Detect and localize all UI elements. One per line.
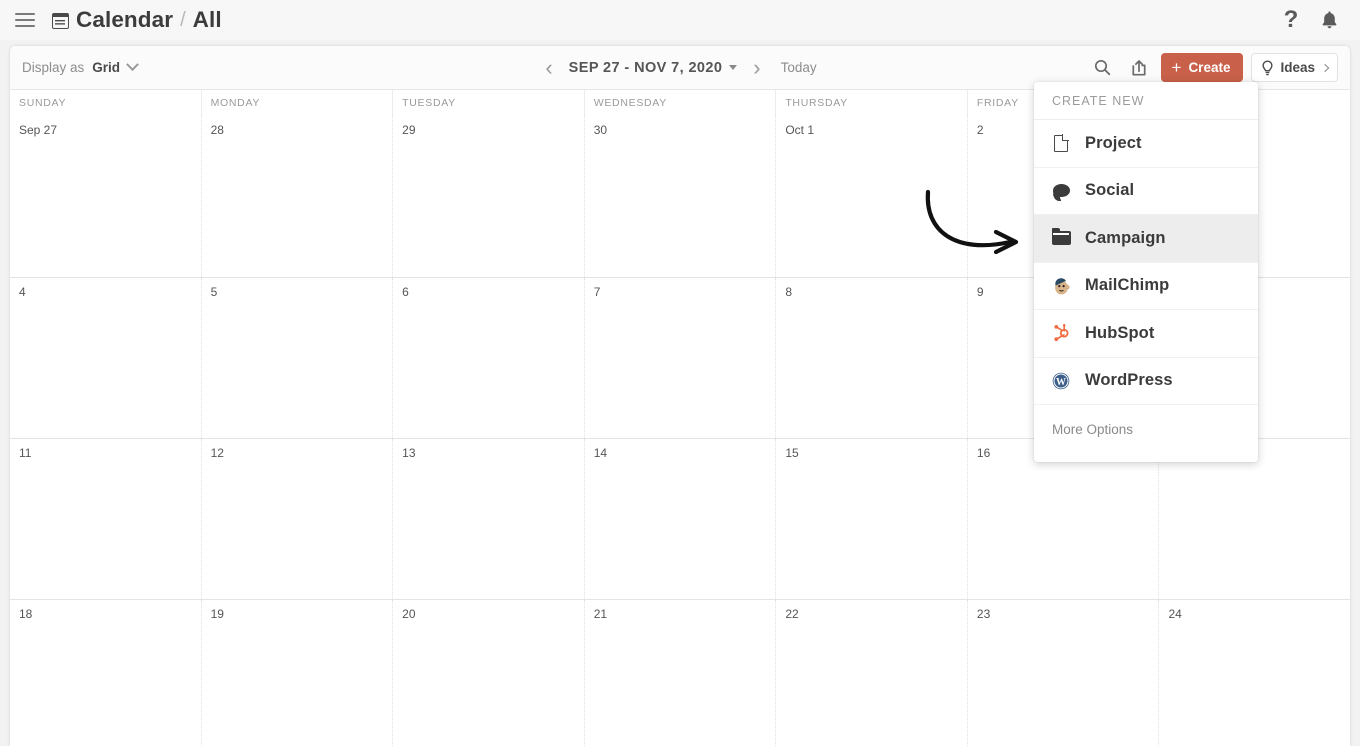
calendar-week-row: 11121314151617 [10,438,1350,599]
calendar-day-cell[interactable]: 4 [10,278,201,438]
create-new-item-wordpress[interactable]: W WordPress [1034,358,1258,405]
hamburger-line [15,13,35,15]
next-period-button[interactable]: › [751,56,762,79]
create-new-item-label: HubSpot [1085,323,1155,342]
more-options-item[interactable]: More Options [1034,405,1258,453]
calendar-day-cell[interactable]: 20 [392,600,584,746]
day-of-week-header: MONDAY [200,90,393,116]
calendar-day-cell[interactable]: 11 [10,439,201,599]
day-of-week-header: SUNDAY [19,97,67,109]
breadcrumb: Calendar / All [52,7,222,33]
date-range-selector[interactable]: SEP 27 - NOV 7, 2020 [569,60,738,76]
hamburger-line [15,25,35,27]
chevron-down-icon [729,65,738,70]
lightbulb-icon [1262,59,1274,75]
calendar-day-cell[interactable]: 8 [775,278,967,438]
search-button[interactable] [1089,54,1117,82]
search-icon [1094,59,1111,76]
hubspot-glyph [1054,324,1069,342]
chevron-down-icon [126,58,139,72]
document-glyph [1054,133,1069,152]
create-button[interactable]: + Create [1160,53,1244,82]
top-bar-actions: ? [1274,3,1346,37]
calendar-day-cell[interactable]: 5 [200,278,393,438]
calendar-day-cell[interactable]: 12 [200,439,393,599]
calendar-day-cell[interactable]: 23 [966,600,1159,746]
day-of-week-header: WEDNESDAY [583,90,776,116]
chevron-right-icon [1320,63,1330,72]
create-new-item-hubspot[interactable]: HubSpot [1034,310,1258,358]
create-new-item-campaign[interactable]: Campaign [1034,215,1258,263]
hamburger-menu-icon[interactable] [8,3,42,37]
calendar-day-cell[interactable]: Sep 27 [10,116,201,277]
calendar-day-cell[interactable]: Oct 1 [775,116,967,277]
ideas-button-label: Ideas [1280,60,1315,75]
previous-period-button[interactable]: ‹ [543,56,554,79]
create-new-item-label: Project [1085,133,1142,152]
chat-bubble-icon [1051,181,1071,201]
create-new-item-label: Social [1085,181,1135,200]
folder-icon [1051,227,1071,248]
ideas-button[interactable]: Ideas [1251,53,1338,82]
wordpress-icon: W [1051,371,1071,391]
breadcrumb-view-name[interactable]: All [193,7,222,33]
calendar-day-cell[interactable]: 14 [583,439,776,599]
create-new-dropdown: CREATE NEW Project Social Campaign MailChim… [1034,82,1258,462]
create-new-item-mailchimp[interactable]: MailChimp [1034,263,1258,310]
calendar-day-cell[interactable]: 22 [775,600,967,746]
calendar-day-cell[interactable]: 6 [392,278,584,438]
document-icon [1051,133,1071,153]
display-as-value: Grid [92,60,121,75]
calendar-day-cell[interactable]: 29 [392,116,584,277]
create-new-title: CREATE NEW [1034,82,1258,120]
today-button[interactable]: Today [781,60,817,75]
date-navigation: ‹ SEP 27 - NOV 7, 2020 › Today [470,56,890,79]
create-new-item-social[interactable]: Social [1034,168,1258,215]
hubspot-icon [1051,323,1071,343]
notifications-button[interactable] [1312,3,1346,37]
wordpress-glyph: W [1052,372,1070,390]
folder-glyph [1051,227,1071,246]
calendar-day-cell[interactable]: 13 [392,439,584,599]
calendar-day-cell[interactable]: 30 [583,116,776,277]
create-new-item-label: MailChimp [1085,276,1170,295]
day-of-week-header: TUESDAY [392,90,584,116]
share-button[interactable] [1125,54,1153,82]
breadcrumb-app-name[interactable]: Calendar [76,7,173,33]
chat-bubble-glyph [1052,184,1070,198]
hamburger-line [15,19,35,21]
day-of-week-header: THURSDAY [775,90,967,116]
share-icon [1131,59,1146,76]
calendar-day-cell[interactable]: 15 [775,439,967,599]
calendar-day-cell[interactable]: 21 [583,600,776,746]
calendar-day-cell[interactable]: 24 [1158,600,1350,746]
display-as-dropdown[interactable]: Display as Grid [22,58,139,75]
calendar-icon [52,13,69,29]
top-bar: Calendar / All ? [0,0,1360,40]
create-new-item-label: WordPress [1085,371,1173,390]
display-as-label: Display as [22,60,85,75]
date-range-label: SEP 27 - NOV 7, 2020 [568,59,723,76]
breadcrumb-separator: / [180,8,186,31]
calendar-day-cell[interactable]: 16 [966,439,1159,599]
calendar-day-cell[interactable]: 18 [10,600,201,746]
mailchimp-glyph [1055,278,1070,295]
calendar-day-cell[interactable]: 7 [583,278,776,438]
create-new-item-project[interactable]: Project [1034,120,1258,168]
svg-text:W: W [1056,377,1066,388]
create-new-item-list: Project Social Campaign MailChimp HubSpot W Wo… [1034,120,1258,405]
plus-icon: + [1171,57,1182,77]
question-mark-icon: ? [1283,6,1299,33]
create-new-item-label: Campaign [1085,228,1166,247]
calendar-day-cell[interactable]: 19 [200,600,393,746]
calendar-day-cell[interactable]: 28 [200,116,393,277]
bell-icon [1322,11,1336,29]
calendar-day-cell[interactable]: 17 [1158,439,1350,599]
create-button-label: Create [1188,60,1231,75]
mailchimp-icon [1051,276,1071,296]
help-button[interactable]: ? [1274,3,1308,37]
toolbar-actions: + Create Ideas [1089,53,1338,82]
calendar-panel: Display as Grid ‹ SEP 27 - NOV 7, 2020 ›… [10,46,1350,746]
